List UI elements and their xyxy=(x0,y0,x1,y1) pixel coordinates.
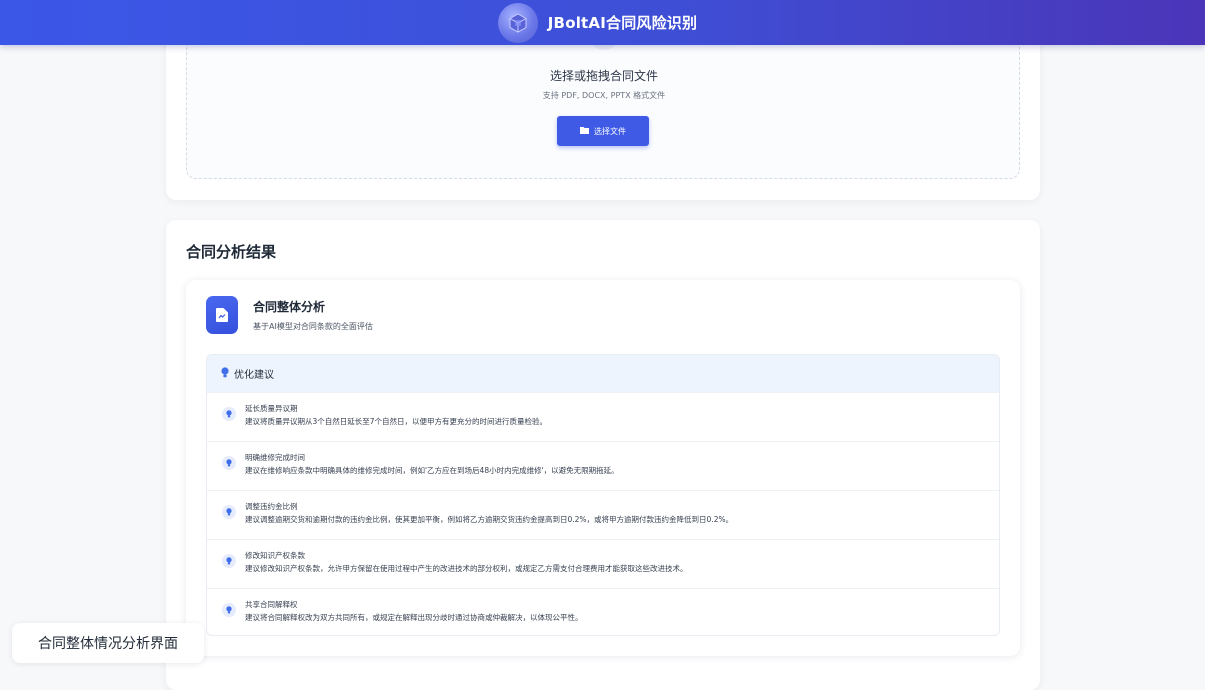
dropzone-title: 选择或拖拽合同文件 xyxy=(549,69,658,83)
lightbulb-icon xyxy=(222,505,236,519)
lightbulb-icon xyxy=(222,554,236,568)
folder-icon xyxy=(580,126,589,136)
document-icon xyxy=(206,296,238,334)
suggestion-item: 延长质量异议期 建议将质量异议期从3个自然日延长至7个自然日，以便甲方有更充分的… xyxy=(207,392,999,441)
suggestion-desc: 建议将质量异议期从3个自然日延长至7个自然日，以便甲方有更充分的时间进行质量检验… xyxy=(245,417,548,426)
suggestion-item: 调整违约金比例 建议调整逾期交货和逾期付款的违约金比例，使其更加平衡，例如将乙方… xyxy=(207,490,999,539)
suggestion-item: 共享合同解释权 建议将合同解释权改为双方共同所有，或规定在解释出现分歧时通过协商… xyxy=(207,588,999,635)
choose-file-label: 选择文件 xyxy=(594,126,626,136)
caption-label: 合同整体情况分析界面 xyxy=(12,623,204,663)
cube-logo-icon xyxy=(497,2,538,43)
overall-analysis-subtitle: 基于AI模型对合同条款的全面评估 xyxy=(253,322,373,331)
overall-analysis-card: 合同整体分析 基于AI模型对合同条款的全面评估 优化建议 延长质量异议期 建议将… xyxy=(186,280,1020,656)
analysis-result-section: 合同分析结果 合同整体分析 基于AI模型对合同条款的全面评估 优化建议 延长质量… xyxy=(166,220,1040,690)
suggestion-desc: 建议调整逾期交货和逾期付款的违约金比例，使其更加平衡，例如将乙方逾期交货违约金提… xyxy=(245,515,734,524)
app-header: JBoltAI合同风险识别 xyxy=(0,0,1205,45)
suggestion-title: 延长质量异议期 xyxy=(245,404,298,413)
app-title: JBoltAI合同风险识别 xyxy=(547,14,698,32)
upload-card: 选择或拖拽合同文件 支持 PDF, DOCX, PPTX 格式文件 选择文件 xyxy=(166,20,1040,200)
suggestion-desc: 建议修改知识产权条款，允许甲方保留在使用过程中产生的改进技术的部分权利，或规定乙… xyxy=(245,564,688,573)
suggestion-desc: 建议将合同解释权改为双方共同所有，或规定在解释出现分歧时通过协商或仲裁解决，以体… xyxy=(245,613,583,622)
lightbulb-icon xyxy=(221,366,229,381)
suggestion-item: 明确维修完成时间 建议在维修响应条款中明确具体的维修完成时间，例如'乙方应在到场… xyxy=(207,441,999,490)
suggestion-title: 明确维修完成时间 xyxy=(245,453,305,462)
suggestion-title: 共享合同解释权 xyxy=(245,600,298,609)
suggestion-item: 修改知识产权条款 建议修改知识产权条款，允许甲方保留在使用过程中产生的改进技术的… xyxy=(207,539,999,588)
overall-analysis-title: 合同整体分析 xyxy=(253,300,326,314)
lightbulb-icon xyxy=(222,456,236,470)
suggestion-title: 调整违约金比例 xyxy=(245,502,298,511)
choose-file-button[interactable]: 选择文件 xyxy=(557,116,649,146)
suggestion-desc: 建议在维修响应条款中明确具体的维修完成时间，例如'乙方应在到场后48小时内完成维… xyxy=(245,466,619,475)
dropzone-subtitle: 支持 PDF, DOCX, PPTX 格式文件 xyxy=(542,91,666,100)
suggestions-header-label: 优化建议 xyxy=(234,370,274,381)
section-title: 合同分析结果 xyxy=(186,243,277,261)
lightbulb-icon xyxy=(222,407,236,421)
suggestions-header: 优化建议 xyxy=(207,355,999,392)
lightbulb-icon xyxy=(222,603,236,617)
suggestion-title: 修改知识产权条款 xyxy=(245,551,305,560)
suggestions-panel: 优化建议 延长质量异议期 建议将质量异议期从3个自然日延长至7个自然日，以便甲方… xyxy=(206,354,1000,636)
